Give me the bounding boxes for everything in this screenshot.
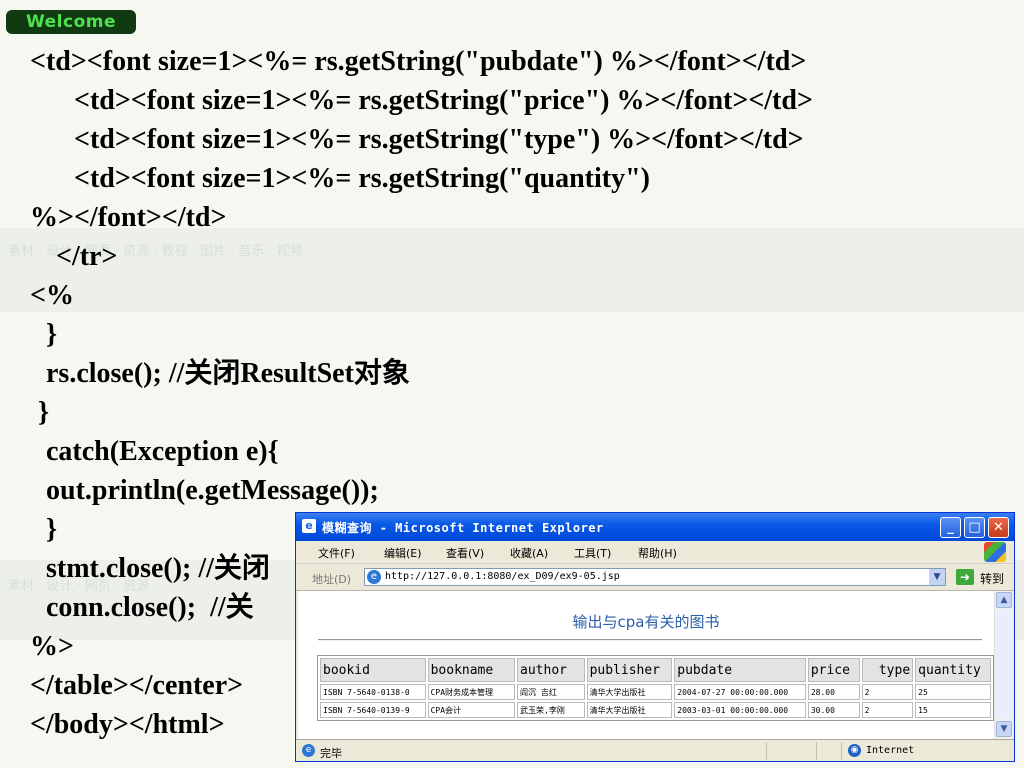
minimize-button[interactable]: _ [940, 517, 961, 538]
column-header: publisher [586, 658, 673, 682]
status-text: 完毕 [320, 747, 342, 760]
code-line: <td><font size=1><%= rs.getString("type"… [74, 124, 804, 155]
menu-bar: 文件(F) 编辑(E) 查看(V) 收藏(A) 工具(T) 帮助(H) [296, 541, 1014, 564]
window-title: 模糊查询 - Microsoft Internet Explorer [322, 521, 604, 535]
scroll-down-icon[interactable]: ▼ [996, 721, 1012, 737]
table-cell: 2 [861, 684, 914, 700]
code-line: <% [30, 280, 74, 311]
code-line: } [46, 514, 58, 545]
code-line: conn.close(); //关 [46, 592, 254, 623]
table-cell: 25 [915, 684, 991, 700]
status-bar: e 完毕 ◉ Internet [296, 739, 1014, 761]
code-line: rs.close(); //关闭ResultSet对象 [46, 358, 410, 389]
table-cell: 2003-03-01 00:00:00.000 [674, 702, 806, 718]
address-input[interactable]: e http://127.0.0.1:8080/ex_D09/ex9-05.js… [364, 568, 946, 586]
watermark-text: 素材 · 设计 · 网页 · 资源 · 教程 · 图片 · 音乐 · 视频 [8, 244, 303, 259]
column-header: type [861, 658, 914, 682]
table-cell: 2004-07-27 00:00:00.000 [674, 684, 806, 700]
table-cell: 清华大学出版社 [586, 684, 673, 700]
menu-edit[interactable]: 编辑(E) [384, 545, 422, 561]
menu-help[interactable]: 帮助(H) [638, 545, 677, 561]
page-heading: 输出与cpa有关的图书 [572, 613, 720, 631]
go-button[interactable]: 转到 [980, 570, 1004, 587]
books-table: bookid bookname author publisher pubdate… [317, 655, 994, 721]
code-line: </tr> [56, 241, 118, 272]
address-bar: 地址(D) e http://127.0.0.1:8080/ex_D09/ex9… [296, 564, 1014, 591]
table-cell: 阎沉 吉红 [517, 684, 585, 700]
table-cell: CPA财务成本管理 [427, 684, 516, 700]
security-zone: Internet [866, 745, 915, 756]
menu-file[interactable]: 文件(F) [318, 545, 355, 561]
column-header: bookname [427, 658, 516, 682]
menu-favorites[interactable]: 收藏(A) [510, 545, 548, 561]
table-header-row: bookid bookname author publisher pubdate… [320, 658, 991, 682]
table-cell: 2 [861, 702, 914, 718]
ie-browser-window: e 模糊查询 - Microsoft Internet Explorer _ □… [295, 512, 1015, 762]
table-cell: 15 [915, 702, 991, 718]
globe-icon: ◉ [848, 744, 861, 757]
ie-page-icon: e [302, 519, 316, 533]
address-url: http://127.0.0.1:8080/ex_D09/ex9-05.jsp [385, 571, 620, 582]
scroll-up-icon[interactable]: ▲ [996, 592, 1012, 608]
page-icon: e [367, 570, 381, 584]
code-line: stmt.close(); //关闭 [46, 553, 270, 584]
code-line: </table></center> [30, 670, 244, 701]
welcome-badge: Welcome [6, 10, 136, 34]
code-line: <td><font size=1><%= rs.getString("quant… [74, 163, 650, 194]
table-cell: ISBN 7-5640-0139-9 [320, 702, 426, 718]
go-arrow-icon[interactable]: ➜ [956, 569, 974, 585]
maximize-button[interactable]: □ [964, 517, 985, 538]
status-divider [816, 742, 817, 760]
column-header: price [807, 658, 860, 682]
code-line: } [38, 397, 50, 428]
menu-tools[interactable]: 工具(T) [574, 545, 611, 561]
title-bar[interactable]: e 模糊查询 - Microsoft Internet Explorer _ □… [296, 513, 1014, 541]
code-line: %></font></td> [30, 202, 227, 233]
table-cell: 28.00 [807, 684, 860, 700]
code-line: </body></html> [30, 709, 225, 740]
code-line: catch(Exception e){ [46, 436, 279, 467]
horizontal-rule [318, 639, 982, 641]
page-content: 输出与cpa有关的图书 bookid bookname author publi… [298, 591, 994, 739]
code-line: <td><font size=1><%= rs.getString("price… [74, 85, 813, 116]
code-line: <td><font size=1><%= rs.getString("pubda… [30, 46, 807, 77]
address-label: 地址(D) [312, 573, 352, 586]
table-row: ISBN 7-5640-0139-9 CPA会计 武玉荣,李刚 清华大学出版社 … [320, 702, 991, 718]
table-cell: ISBN 7-5640-0138-0 [320, 684, 426, 700]
status-divider [841, 742, 842, 760]
chevron-down-icon[interactable]: ▼ [929, 569, 945, 585]
column-header: author [517, 658, 585, 682]
vertical-scrollbar[interactable]: ▲ ▼ [994, 591, 1013, 739]
table-cell: 武玉荣,李刚 [517, 702, 585, 718]
code-line: } [46, 319, 58, 350]
table-cell: 30.00 [807, 702, 860, 718]
table-cell: CPA会计 [427, 702, 516, 718]
column-header: pubdate [674, 658, 806, 682]
status-divider [766, 742, 767, 760]
windows-logo-icon [984, 542, 1006, 562]
scroll-track[interactable] [996, 609, 1012, 719]
table-row: ISBN 7-5640-0138-0 CPA财务成本管理 阎沉 吉红 清华大学出… [320, 684, 991, 700]
close-button[interactable]: ✕ [988, 517, 1009, 538]
column-header: quantity [915, 658, 991, 682]
menu-view[interactable]: 查看(V) [446, 545, 484, 561]
done-page-icon: e [302, 744, 315, 757]
code-line: %> [30, 631, 74, 662]
column-header: bookid [320, 658, 426, 682]
code-line: out.println(e.getMessage()); [46, 475, 379, 506]
table-cell: 清华大学出版社 [586, 702, 673, 718]
